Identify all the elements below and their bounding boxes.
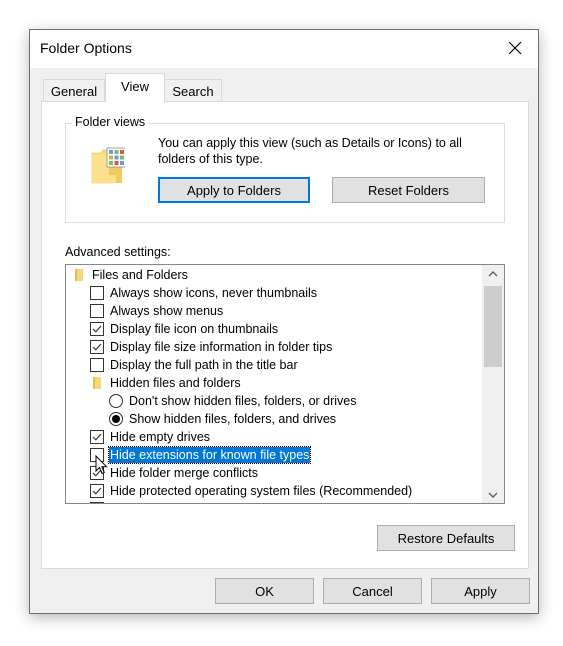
checkbox-item[interactable]: Display the full path in the title bar <box>66 356 482 374</box>
advanced-settings-list: Files and Folders Always show icons, neve… <box>66 266 482 503</box>
item-label: Hidden files and folders <box>110 376 241 390</box>
checkbox-item[interactable]: Hide empty drives <box>66 428 482 446</box>
checkmark-icon <box>92 325 102 333</box>
cancel-button[interactable]: Cancel <box>323 578 422 604</box>
scrollbar-thumb[interactable] <box>484 286 502 367</box>
close-button[interactable] <box>492 30 538 66</box>
vertical-scrollbar[interactable] <box>482 265 504 503</box>
folder-views-icon <box>91 147 127 188</box>
checkbox-item[interactable]: Display file size information in folder … <box>66 338 482 356</box>
item-label: Show hidden files, folders, and drives <box>129 412 337 426</box>
item-label: Display the full path in the title bar <box>110 358 298 372</box>
checkbox-checked[interactable] <box>90 430 104 444</box>
reset-folders-button[interactable]: Reset Folders <box>332 177 485 203</box>
radio-item[interactable]: Don't show hidden files, folders, or dri… <box>66 392 482 410</box>
checkbox-item[interactable]: Always show icons, never thumbnails <box>66 284 482 302</box>
checkmark-icon <box>92 343 102 351</box>
checkbox-checked[interactable] <box>90 484 104 498</box>
checkbox-unchecked[interactable] <box>90 304 104 318</box>
dialog-title: Folder Options <box>40 40 132 56</box>
item-label: Don't show hidden files, folders, or dri… <box>129 394 357 408</box>
item-label: Files and Folders <box>92 268 188 282</box>
apply-to-folders-button[interactable]: Apply to Folders <box>158 177 310 203</box>
item-label: Always show icons, never thumbnails <box>110 286 318 300</box>
radio-item[interactable]: Show hidden files, folders, and drives <box>66 410 482 428</box>
checkbox-item[interactable]: Hide protected operating system files (R… <box>66 482 482 500</box>
checkbox-unchecked[interactable] <box>90 286 104 300</box>
scroll-up-button[interactable] <box>482 265 504 282</box>
folder-views-description: You can apply this view (such as Details… <box>158 136 462 166</box>
apply-button[interactable]: Apply <box>431 578 530 604</box>
folder-icon <box>90 376 104 390</box>
chevron-down-icon <box>488 492 498 498</box>
mouse-cursor-icon <box>95 455 108 475</box>
folder-views-label: Folder views <box>72 115 149 129</box>
checkbox-checked[interactable] <box>90 340 104 354</box>
restore-defaults-button[interactable]: Restore Defaults <box>377 525 515 551</box>
item-label: Always show menus <box>110 304 224 318</box>
tree-group-item: Hidden files and folders <box>66 374 482 392</box>
item-label: Hide extensions for known file types <box>107 446 312 464</box>
tab-view[interactable]: View <box>105 73 165 102</box>
ok-button[interactable]: OK <box>215 578 314 604</box>
checkbox-item[interactable]: Hide extensions for known file types <box>66 446 482 464</box>
tab-search[interactable]: Search <box>164 79 222 101</box>
checkbox-item[interactable]: Hide folder merge conflicts <box>66 464 482 482</box>
checkbox-unchecked[interactable] <box>90 502 104 503</box>
checkbox-item[interactable] <box>66 500 482 503</box>
folder-icon <box>72 268 86 282</box>
checkbox-item[interactable]: Display file icon on thumbnails <box>66 320 482 338</box>
item-label: Hide folder merge conflicts <box>110 466 258 480</box>
item-label: Display file icon on thumbnails <box>110 322 279 336</box>
radio-selected[interactable] <box>109 412 123 426</box>
title-bar: Folder Options <box>30 30 538 68</box>
advanced-settings-label: Advanced settings: <box>65 245 171 259</box>
checkbox-checked[interactable] <box>90 322 104 336</box>
folder-options-dialog: Folder Options General View Search Folde… <box>29 29 539 614</box>
view-tab-panel: Folder views You can apply this view (su… <box>41 101 529 569</box>
item-label: Display file size information in folder … <box>110 340 333 354</box>
chevron-up-icon <box>488 270 498 276</box>
scroll-down-button[interactable] <box>482 486 504 503</box>
checkmark-icon <box>92 487 102 495</box>
radio-unselected[interactable] <box>109 394 123 408</box>
tab-general[interactable]: General <box>43 79 105 101</box>
close-icon <box>508 41 522 55</box>
item-label: Hide empty drives <box>110 430 211 444</box>
folder-views-group: Folder views You can apply this view (su… <box>65 115 505 223</box>
checkmark-icon <box>92 433 102 441</box>
item-label: Hide protected operating system files (R… <box>110 484 413 498</box>
checkbox-item[interactable]: Always show menus <box>66 302 482 320</box>
tree-group-item: Files and Folders <box>66 266 482 284</box>
advanced-settings-tree[interactable]: Files and Folders Always show icons, neve… <box>65 264 505 504</box>
checkbox-unchecked[interactable] <box>90 358 104 372</box>
